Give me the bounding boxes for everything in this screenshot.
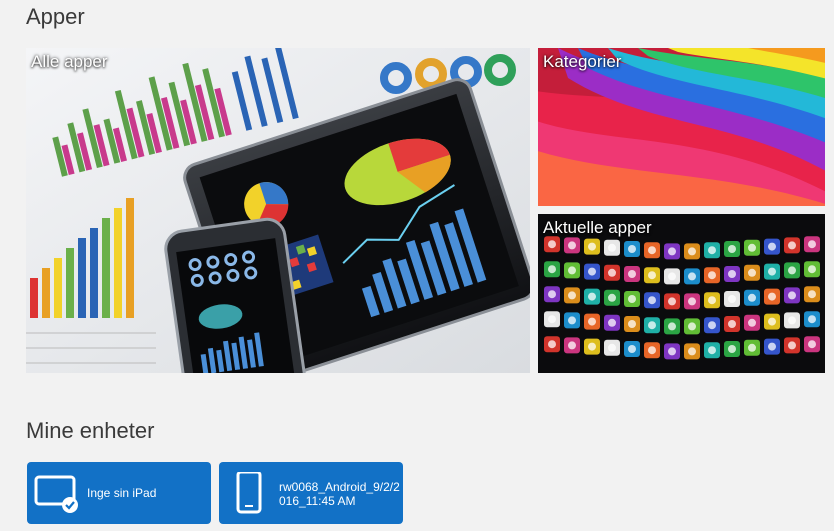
app-icon-glyph: [728, 245, 736, 253]
app-icon-glyph: [768, 267, 776, 276]
app-icon-glyph: [808, 240, 816, 249]
tile-categories-label: Kategorier: [543, 52, 622, 71]
app-icon-glyph: [788, 291, 796, 300]
app-icon-glyph: [608, 293, 616, 302]
app-icon-glyph: [708, 246, 716, 255]
app-icon-glyph: [708, 296, 716, 305]
tile-current-apps[interactable]: Aktuelle apper: [538, 214, 825, 373]
tablet-check-icon: [33, 472, 81, 521]
app-icon-glyph: [588, 292, 596, 301]
app-icon-glyph: [628, 320, 636, 328]
app-icon-glyph: [708, 321, 716, 330]
app-icon-glyph: [568, 341, 576, 350]
app-icon-glyph: [568, 241, 576, 250]
app-icon-glyph: [668, 247, 676, 256]
device-label: rw0068_Android_9/2/2016_11:45 AM: [279, 480, 400, 508]
app-icon-glyph: [768, 317, 776, 326]
app-icon-glyph: [728, 320, 736, 328]
app-icon-glyph: [548, 315, 556, 324]
app-icon-glyph: [808, 340, 816, 349]
app-icon-glyph: [728, 345, 736, 353]
app-icon-glyph: [648, 271, 656, 280]
tile-all-apps[interactable]: Alle apper: [26, 48, 530, 373]
app-icon-glyph: [548, 340, 556, 349]
devices-section-title: Mine enheter: [26, 418, 155, 443]
app-icon-glyph: [788, 316, 796, 325]
app-icon-glyph: [808, 315, 816, 324]
app-icon-glyph: [688, 347, 696, 356]
tile-categories[interactable]: Kategorier: [538, 48, 825, 206]
app-icon-glyph: [688, 322, 696, 331]
app-icon-glyph: [608, 343, 616, 352]
tile-all-apps-label: Alle apper: [31, 52, 108, 71]
app-icon-glyph: [648, 346, 656, 355]
app-icon-glyph: [548, 265, 556, 274]
app-icon-glyph: [608, 318, 616, 327]
app-icon-glyph: [808, 265, 816, 274]
app-icon-glyph: [648, 321, 656, 330]
app-icon-glyph: [588, 242, 596, 251]
app-icon-glyph: [688, 247, 696, 256]
app-icon-glyph: [788, 241, 796, 250]
device-button-android[interactable]: rw0068_Android_9/2/2016_11:45 AM: [219, 462, 403, 524]
app-icon-glyph: [548, 290, 556, 299]
app-icon-glyph: [668, 272, 676, 281]
apps-section-title: Apper: [26, 4, 85, 29]
app-icon-glyph: [668, 347, 676, 356]
all-apps-tile-image: [26, 48, 530, 373]
app-icon-glyph: [568, 266, 576, 275]
app-icon-glyph: [688, 272, 696, 281]
app-icon-glyph: [628, 270, 636, 278]
app-icon-glyph: [608, 268, 616, 277]
app-icon-glyph: [688, 297, 696, 306]
app-icon-glyph: [568, 291, 576, 300]
device-label: Inge sin iPad: [87, 486, 157, 500]
app-icon-glyph: [748, 343, 756, 352]
app-icon-glyph: [748, 268, 756, 277]
phone-icon: [225, 470, 273, 524]
app-icon-glyph: [648, 246, 656, 255]
app-icon-glyph: [668, 322, 676, 331]
app-icon-glyph: [648, 296, 656, 305]
apps-page: Apper Alle apper Kategorier Aktuelle app…: [0, 0, 834, 531]
device-button-ipad[interactable]: Inge sin iPad: [27, 462, 211, 524]
app-icon-glyph: [788, 341, 796, 350]
app-icon-glyph: [668, 297, 676, 306]
app-icon-glyph: [748, 243, 756, 252]
app-icon-glyph: [588, 317, 596, 326]
app-icon-glyph: [768, 342, 776, 351]
app-icon-glyph: [708, 346, 716, 355]
app-icon-glyph: [628, 245, 636, 253]
app-icon-glyph: [748, 293, 756, 302]
app-icon-glyph: [628, 345, 636, 353]
app-icon-glyph: [708, 271, 716, 280]
app-icon-glyph: [768, 242, 776, 251]
app-icon-glyph: [728, 295, 736, 303]
app-icon-glyph: [548, 240, 556, 249]
app-icon-glyph: [748, 318, 756, 327]
app-icon-glyph: [608, 243, 616, 252]
app-icon-glyph: [808, 290, 816, 299]
app-icon-glyph: [588, 267, 596, 276]
app-icon-glyph: [588, 342, 596, 351]
app-icon-glyph: [788, 266, 796, 275]
app-icon-glyph: [768, 292, 776, 301]
app-icon-glyph: [568, 316, 576, 325]
tile-current-apps-label: Aktuelle apper: [543, 218, 652, 237]
app-icon-glyph: [628, 295, 636, 303]
app-icon-glyph: [728, 270, 736, 278]
